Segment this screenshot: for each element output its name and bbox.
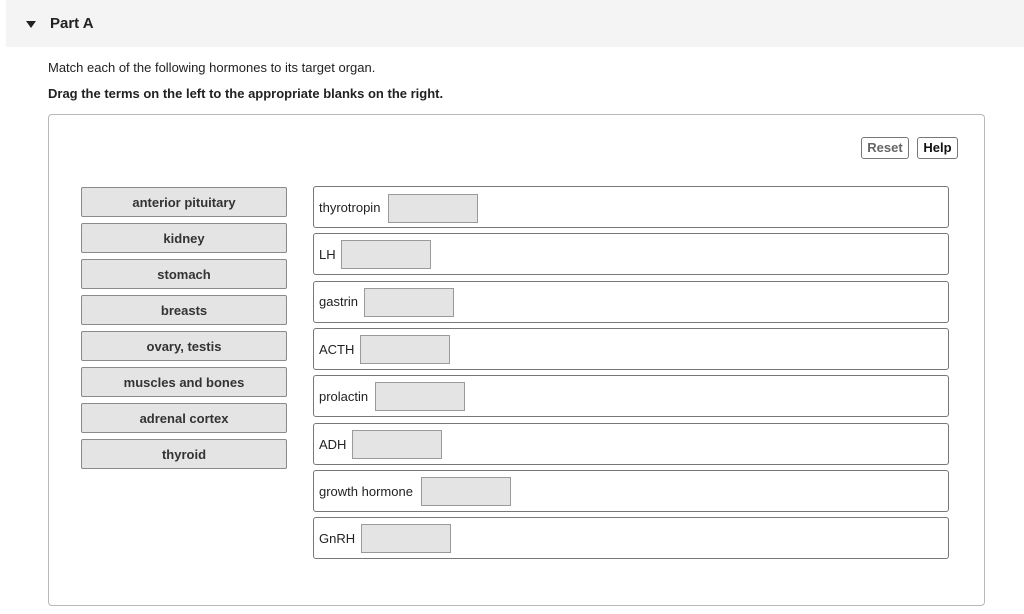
hormone-label: LH (319, 247, 336, 262)
drag-instruction-text: Drag the terms on the left to the approp… (48, 86, 444, 101)
draggable-term[interactable]: ovary, testis (81, 331, 287, 361)
drop-blank[interactable] (388, 194, 478, 223)
drop-blank[interactable] (421, 477, 511, 506)
draggable-term[interactable]: adrenal cortex (81, 403, 287, 433)
part-title: Part A (50, 15, 94, 32)
drop-blank[interactable] (361, 524, 451, 553)
drop-blank[interactable] (352, 430, 442, 459)
collapse-caret-icon[interactable] (26, 21, 36, 28)
draggable-term[interactable]: breasts (81, 295, 287, 325)
target-row: GnRH (313, 517, 949, 559)
target-row: thyrotropin (313, 186, 949, 228)
hormone-label: prolactin (319, 389, 369, 404)
reset-button[interactable]: Reset (861, 137, 909, 159)
drop-blank[interactable] (375, 382, 465, 411)
drop-blank[interactable] (360, 335, 450, 364)
drop-blank[interactable] (364, 288, 454, 317)
hormone-label: GnRH (319, 531, 356, 546)
draggable-term[interactable]: thyroid (81, 439, 287, 469)
hormone-label: growth hormone (319, 484, 413, 499)
instruction-text: Match each of the following hormones to … (48, 60, 376, 75)
draggable-term[interactable]: kidney (81, 223, 287, 253)
target-row: ADH (313, 423, 949, 465)
target-row: prolactin (313, 375, 949, 417)
drop-blank[interactable] (341, 240, 431, 269)
hormone-label: gastrin (319, 294, 359, 309)
target-row: ACTH (313, 328, 949, 370)
draggable-term[interactable]: anterior pituitary (81, 187, 287, 217)
target-row: LH (313, 233, 949, 275)
draggable-term[interactable]: stomach (81, 259, 287, 289)
part-header[interactable]: Part A (6, 0, 1024, 47)
hormone-label: thyrotropin (319, 200, 381, 215)
help-button[interactable]: Help (917, 137, 958, 159)
draggable-term[interactable]: muscles and bones (81, 367, 287, 397)
target-row: growth hormone (313, 470, 949, 512)
target-row: gastrin (313, 281, 949, 323)
hormone-label: ADH (319, 437, 347, 452)
hormone-label: ACTH (319, 342, 355, 357)
